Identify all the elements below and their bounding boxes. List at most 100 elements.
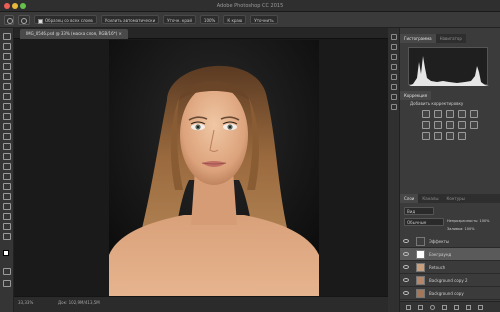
layers-panel-tabs: Слои Каналы Контуры — [400, 194, 500, 203]
layer-thumbnail — [416, 263, 425, 272]
curves-icon[interactable] — [446, 110, 454, 118]
channel-mixer-icon[interactable] — [470, 121, 478, 129]
lasso-tool-icon[interactable] — [3, 53, 11, 60]
new-group-icon[interactable] — [454, 305, 459, 310]
move-tool-icon[interactable] — [3, 33, 11, 40]
quick-selection-tool-icon[interactable] — [4, 14, 14, 25]
brush-size-icon[interactable] — [18, 14, 30, 25]
eyedropper-tool-icon[interactable] — [3, 83, 11, 90]
black-white-icon[interactable] — [446, 121, 454, 129]
layer-row[interactable]: Эффекты — [400, 235, 500, 248]
eraser-tool-icon[interactable] — [3, 133, 11, 140]
clone-source-panel-icon[interactable] — [391, 64, 397, 70]
history-panel-icon[interactable] — [391, 34, 397, 40]
fill-field[interactable]: Заливка: 100% — [447, 227, 475, 231]
options-chip[interactable]: К краю — [223, 15, 247, 24]
tab-layers[interactable]: Слои — [400, 194, 419, 203]
marquee-tool-icon[interactable] — [3, 43, 11, 50]
panel-icon-strip — [388, 28, 400, 312]
quick-selection-tool-icon[interactable] — [3, 63, 11, 70]
crop-tool-icon[interactable] — [3, 73, 11, 80]
eye-icon[interactable] — [403, 265, 409, 269]
exposure-icon[interactable] — [458, 110, 466, 118]
shape-tool-icon[interactable] — [3, 203, 11, 210]
window-title: Adobe Photoshop CC 2015 — [216, 3, 284, 9]
invert-icon[interactable] — [422, 132, 430, 140]
clone-stamp-tool-icon[interactable] — [3, 113, 11, 120]
fx-icon[interactable] — [418, 305, 423, 310]
zoom-level[interactable]: 33,33% — [18, 300, 33, 305]
path-selection-tool-icon[interactable] — [3, 193, 11, 200]
paragraph-panel-icon[interactable] — [391, 84, 397, 90]
layer-thumbnail — [416, 276, 425, 285]
tab-adjustments[interactable]: Коррекция — [400, 91, 431, 100]
histogram-graph — [408, 47, 489, 86]
color-balance-icon[interactable] — [434, 121, 442, 129]
screen-mode-icon[interactable] — [3, 280, 11, 287]
hue-saturation-icon[interactable] — [422, 121, 430, 129]
dodge-tool-icon[interactable] — [3, 163, 11, 170]
history-brush-tool-icon[interactable] — [3, 123, 11, 130]
vibrance-icon[interactable] — [470, 110, 478, 118]
portrait-image — [109, 40, 319, 296]
posterize-icon[interactable] — [434, 132, 442, 140]
layer-kind-filter[interactable]: Вид — [404, 207, 434, 215]
folder-icon — [416, 237, 425, 246]
photo-filter-icon[interactable] — [458, 121, 466, 129]
brightness-contrast-icon[interactable] — [422, 110, 430, 118]
character-panel-icon[interactable] — [391, 74, 397, 80]
blend-mode-select[interactable]: Обычные — [404, 218, 444, 226]
layer-mask-thumbnail — [416, 250, 425, 259]
canvas-area[interactable] — [14, 39, 388, 296]
layer-thumbnail — [416, 289, 425, 298]
tab-histogram[interactable]: Гистограмма — [400, 34, 436, 43]
edit-toolbar-icon[interactable] — [3, 233, 11, 240]
new-layer-icon[interactable] — [466, 305, 471, 310]
eye-icon[interactable] — [403, 291, 409, 295]
properties-panel-icon[interactable] — [391, 44, 397, 50]
layer-row[interactable]: Background copy — [400, 287, 500, 300]
title-bar: Adobe Photoshop CC 2015 — [0, 0, 500, 12]
trash-icon[interactable] — [478, 305, 483, 310]
blur-tool-icon[interactable] — [3, 153, 11, 160]
type-tool-icon[interactable] — [3, 183, 11, 190]
link-layers-icon[interactable] — [406, 305, 411, 310]
eye-icon[interactable] — [403, 278, 409, 282]
eye-icon[interactable] — [403, 252, 409, 256]
levels-icon[interactable] — [434, 110, 442, 118]
info-panel-icon[interactable] — [391, 94, 397, 100]
pen-tool-icon[interactable] — [3, 173, 11, 180]
eye-icon[interactable] — [403, 239, 409, 243]
gradient-tool-icon[interactable] — [3, 143, 11, 150]
tab-paths[interactable]: Контуры — [442, 194, 468, 203]
layer-row[interactable]: Background copy 2 — [400, 274, 500, 287]
brush-panel-icon[interactable] — [391, 54, 397, 60]
status-bar: 33,33% Док: 102,9M/413,5M — [14, 296, 388, 312]
options-chip[interactable]: Уточнить — [250, 15, 278, 24]
layer-row[interactable]: Retouch — [400, 261, 500, 274]
add-mask-icon[interactable] — [430, 305, 435, 310]
tab-navigator[interactable]: Навигатор — [436, 34, 466, 43]
quick-mask-icon[interactable] — [3, 268, 11, 275]
tab-channels[interactable]: Каналы — [418, 194, 442, 203]
gradient-map-icon[interactable] — [458, 132, 466, 140]
auto-enhance-checkbox[interactable]: Усилить автоматически — [100, 15, 160, 24]
portrait-photo[interactable] — [109, 40, 319, 296]
brush-tool-icon[interactable] — [3, 103, 11, 110]
layer-row-selected[interactable]: Бэкграунд — [400, 248, 500, 261]
zoom-tool-icon[interactable] — [3, 223, 11, 230]
opacity-field[interactable]: Непрозрачность: 100% — [447, 219, 490, 223]
threshold-icon[interactable] — [446, 132, 454, 140]
new-adjustment-layer-icon[interactable] — [442, 305, 447, 310]
layers-panel-footer — [400, 301, 500, 312]
foreground-color-swatch[interactable] — [3, 250, 9, 256]
healing-brush-tool-icon[interactable] — [3, 93, 11, 100]
color-panel-icon[interactable] — [391, 104, 397, 110]
options-chip[interactable]: 100% — [199, 15, 220, 24]
sample-all-layers-checkbox[interactable]: Образец со всех слоев — [34, 15, 97, 24]
tools-panel — [0, 28, 14, 312]
adjustments-hint: Добавить корректировку — [410, 101, 464, 106]
refine-edge-button[interactable]: Уточн. край — [163, 15, 196, 24]
hand-tool-icon[interactable] — [3, 213, 11, 220]
document-tab[interactable]: IMG_0546.psd @ 33% (маска слоя, RGB/16*)… — [20, 29, 128, 39]
